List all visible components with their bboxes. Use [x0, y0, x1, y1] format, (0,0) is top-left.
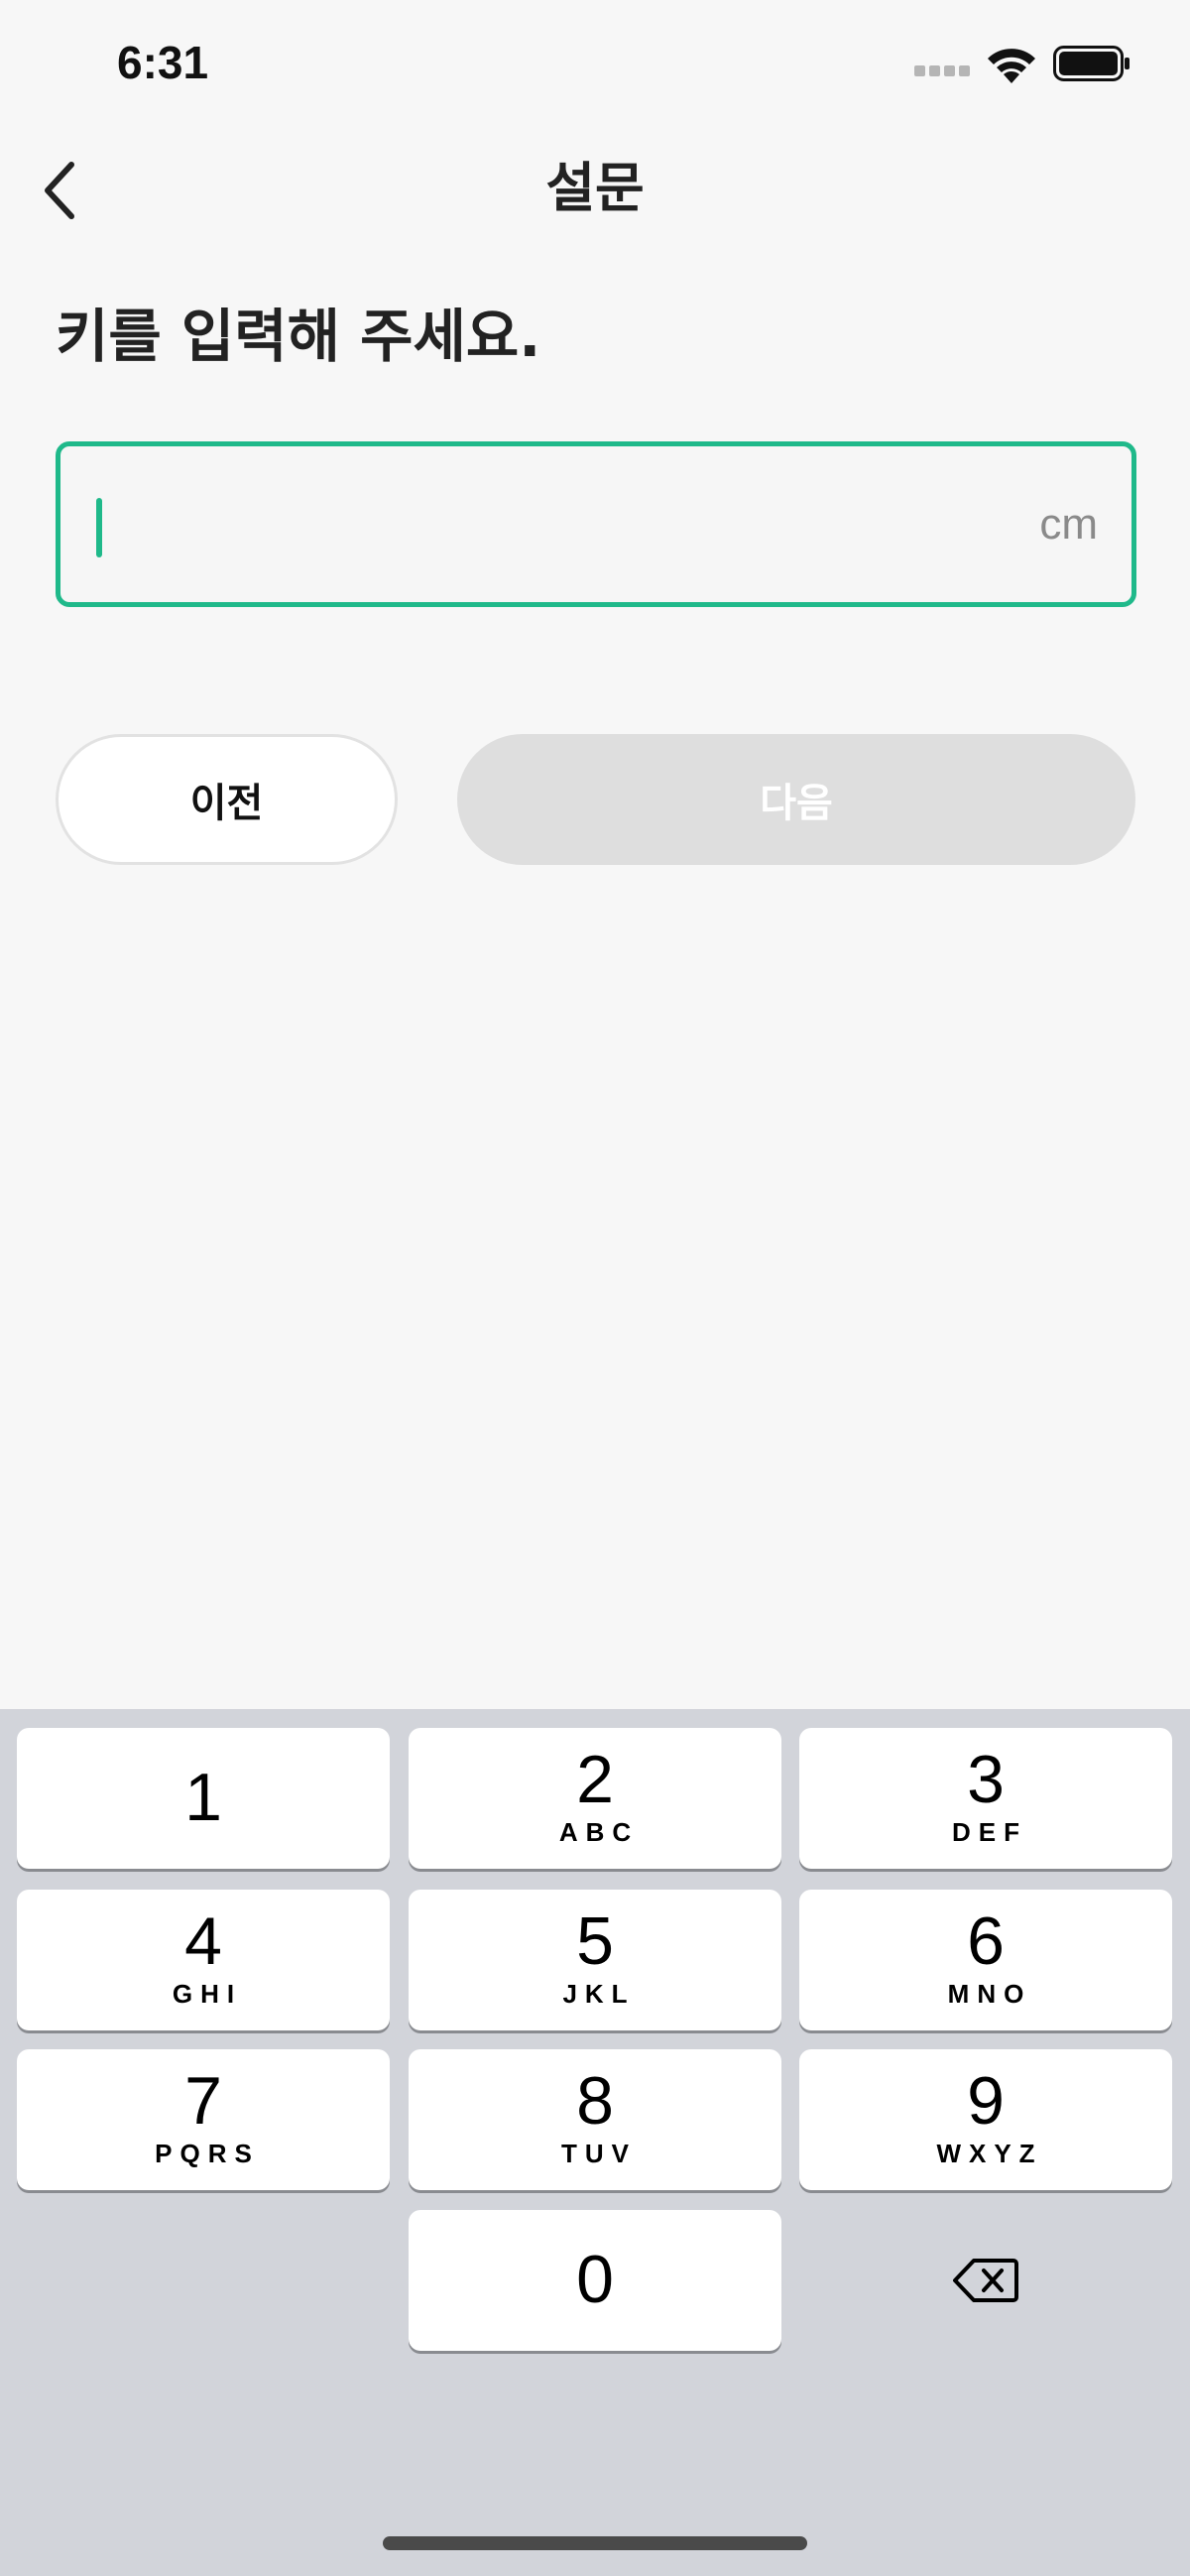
key-digit: 9 — [967, 2063, 1005, 2139]
back-button[interactable] — [20, 151, 99, 230]
page-title: 설문 — [545, 157, 645, 219]
key-digit: 6 — [967, 1903, 1005, 1979]
nav-bar: 설문 — [0, 139, 1190, 238]
status-time: 6:31 — [117, 37, 209, 88]
key-4[interactable]: 4 GHI — [17, 1890, 390, 2030]
key-letters: ABC — [558, 1817, 640, 1847]
key-0[interactable]: 0 — [409, 2210, 781, 2351]
key-7[interactable]: 7 PQRS — [17, 2049, 390, 2190]
key-letters: TUV — [561, 2139, 637, 2168]
key-letters: DEF — [952, 1817, 1027, 1847]
key-5[interactable]: 5 JKL — [409, 1890, 781, 2030]
battery-icon — [1053, 46, 1130, 81]
key-1[interactable]: 1 — [17, 1728, 390, 1869]
height-input[interactable]: cm — [56, 441, 1136, 607]
key-letters: JKL — [562, 1979, 636, 2009]
key-6[interactable]: 6 MNO — [799, 1890, 1172, 2030]
next-button[interactable]: 다음 — [457, 734, 1135, 865]
key-letters: MNO — [947, 1979, 1032, 2009]
question-title: 키를 입력해 주세요. — [56, 303, 541, 370]
home-indicator — [383, 2536, 807, 2550]
key-2[interactable]: 2 ABC — [409, 1728, 781, 1869]
key-digit: 4 — [184, 1903, 222, 1979]
key-digit: 2 — [576, 1742, 614, 1817]
key-digit: 3 — [967, 1742, 1005, 1817]
backspace-key[interactable] — [799, 2210, 1172, 2351]
unit-label: cm — [1039, 500, 1098, 549]
key-digit: 5 — [576, 1903, 614, 1979]
text-caret — [96, 498, 102, 557]
key-3[interactable]: 3 DEF — [799, 1728, 1172, 1869]
backspace-icon — [953, 2259, 1018, 2302]
key-9[interactable]: 9 WXYZ — [799, 2049, 1172, 2190]
key-letters: PQRS — [155, 2139, 260, 2168]
chevron-left-icon — [45, 162, 74, 219]
signal-icon — [914, 65, 970, 77]
status-bar: 6:31 — [0, 0, 1190, 129]
key-letters: WXYZ — [936, 2139, 1043, 2168]
key-digit: 1 — [184, 1760, 222, 1835]
prev-button[interactable]: 이전 — [56, 734, 398, 865]
key-digit: 0 — [576, 2242, 614, 2317]
key-digit: 7 — [184, 2063, 222, 2139]
key-8[interactable]: 8 TUV — [409, 2049, 781, 2190]
key-digit: 8 — [576, 2063, 614, 2139]
wifi-icon — [988, 49, 1035, 83]
key-letters: GHI — [172, 1979, 243, 2009]
